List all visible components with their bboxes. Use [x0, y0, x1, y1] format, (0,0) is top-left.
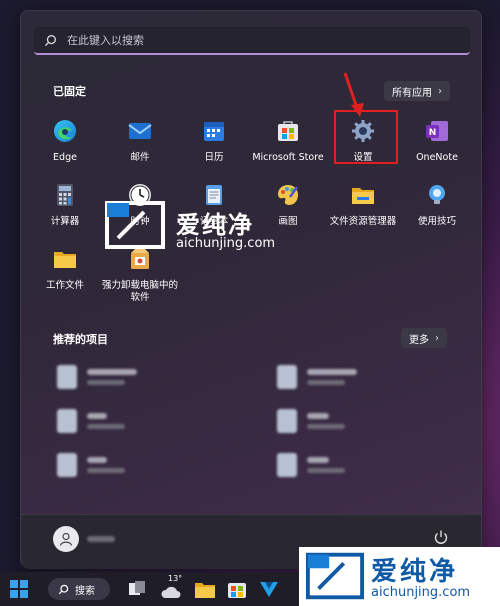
file-icon: [57, 453, 77, 477]
folder-icon: [351, 183, 375, 207]
paint-palette-icon: [276, 183, 300, 207]
mail-icon: [128, 119, 152, 143]
user-avatar[interactable]: [53, 526, 79, 552]
app-tips[interactable]: 使用技巧: [397, 183, 477, 243]
app-label: 强力卸载电脑中的软件: [101, 280, 178, 303]
svg-text:N: N: [429, 128, 437, 138]
file-icon: [277, 409, 297, 433]
recommended-title: 推荐的项目: [53, 333, 108, 346]
lightbulb-icon: [425, 183, 449, 207]
app-label: 计算器: [50, 216, 80, 227]
file-explorer-taskbar-icon[interactable]: [194, 578, 216, 600]
user-name-blurred: [87, 536, 115, 542]
app-mail[interactable]: 邮件: [100, 119, 180, 179]
user-icon: [59, 532, 73, 546]
app-label: 使用技巧: [417, 216, 456, 227]
app-label: Microsoft Store: [252, 152, 324, 163]
pinned-title: 已固定: [53, 85, 86, 98]
start-menu: 已固定 所有应用 › Edge 邮件 日历 Microsoft Store 设置: [20, 10, 482, 569]
more-button[interactable]: 更多 ›: [401, 328, 447, 348]
app-calendar[interactable]: 日历: [174, 119, 254, 179]
app-label: 工作文件: [45, 280, 84, 291]
edge-icon: [53, 119, 77, 143]
notepad-icon: [202, 183, 226, 207]
weather-widget[interactable]: 13°: [160, 574, 188, 600]
watermark-domain: aichunjing.com: [371, 585, 471, 600]
windows-start-icon[interactable]: [8, 578, 30, 600]
recommended-item[interactable]: [277, 363, 437, 391]
taskbar-search-label: 搜索: [75, 585, 95, 597]
more-label: 更多: [409, 334, 429, 346]
store-taskbar-icon[interactable]: [226, 578, 248, 600]
file-icon: [57, 365, 77, 389]
watermark-box: 爱纯净 aichunjing.com: [299, 547, 500, 606]
app-taskbar-icon[interactable]: [258, 578, 280, 600]
recommended-item[interactable]: [277, 451, 437, 479]
search-box[interactable]: [34, 27, 470, 55]
calendar-icon: [202, 119, 226, 143]
app-label: 画图: [278, 216, 298, 227]
watermark-brand: 爱纯净: [176, 211, 254, 239]
all-apps-label: 所有应用: [392, 87, 432, 99]
search-icon: [44, 34, 56, 46]
recommended-item[interactable]: [57, 407, 217, 435]
weather-cloud-icon: [161, 586, 181, 598]
folder-icon: [53, 247, 77, 271]
app-label: 邮件: [130, 152, 150, 163]
app-label: 文件资源管理器: [329, 216, 397, 227]
app-paint[interactable]: 画图: [248, 183, 328, 243]
app-label: OneNote: [416, 152, 458, 163]
recommended-item[interactable]: [57, 363, 217, 391]
store-icon: [276, 119, 300, 143]
app-calculator[interactable]: 计算器: [25, 183, 105, 243]
app-work-files[interactable]: 工作文件: [25, 247, 105, 307]
app-label: 日历: [204, 152, 224, 163]
watermark-brand: 爱纯净: [371, 557, 459, 587]
search-icon: [58, 584, 69, 594]
uninstaller-box-icon: [128, 247, 152, 271]
weather-temp: 13°: [168, 574, 183, 583]
app-file-explorer[interactable]: 文件资源管理器: [323, 183, 403, 243]
red-arrow-icon: [343, 72, 364, 117]
app-microsoft-store[interactable]: Microsoft Store: [248, 119, 328, 179]
watermark-logo-icon: [105, 201, 165, 249]
recommended-item[interactable]: [277, 407, 437, 435]
file-icon: [277, 365, 297, 389]
task-view-icon[interactable]: [126, 578, 148, 600]
all-apps-button[interactable]: 所有应用 ›: [384, 81, 450, 101]
power-icon[interactable]: [433, 529, 449, 545]
app-onenote[interactable]: N OneNote: [397, 119, 477, 179]
chevron-right-icon: ›: [435, 332, 439, 344]
taskbar-search-button[interactable]: 搜索: [48, 578, 110, 600]
watermark-logo-icon: [305, 552, 365, 600]
search-input[interactable]: [65, 32, 449, 48]
app-uninstaller[interactable]: 强力卸载电脑中的软件: [100, 247, 180, 307]
chevron-right-icon: ›: [438, 85, 442, 97]
file-icon: [277, 453, 297, 477]
watermark-domain: aichunjing.com: [176, 236, 276, 251]
app-label: Edge: [53, 152, 77, 163]
onenote-icon: N: [425, 119, 449, 143]
file-icon: [57, 409, 77, 433]
recommended-item[interactable]: [57, 451, 217, 479]
calculator-icon: [53, 183, 77, 207]
app-edge[interactable]: Edge: [25, 119, 105, 179]
